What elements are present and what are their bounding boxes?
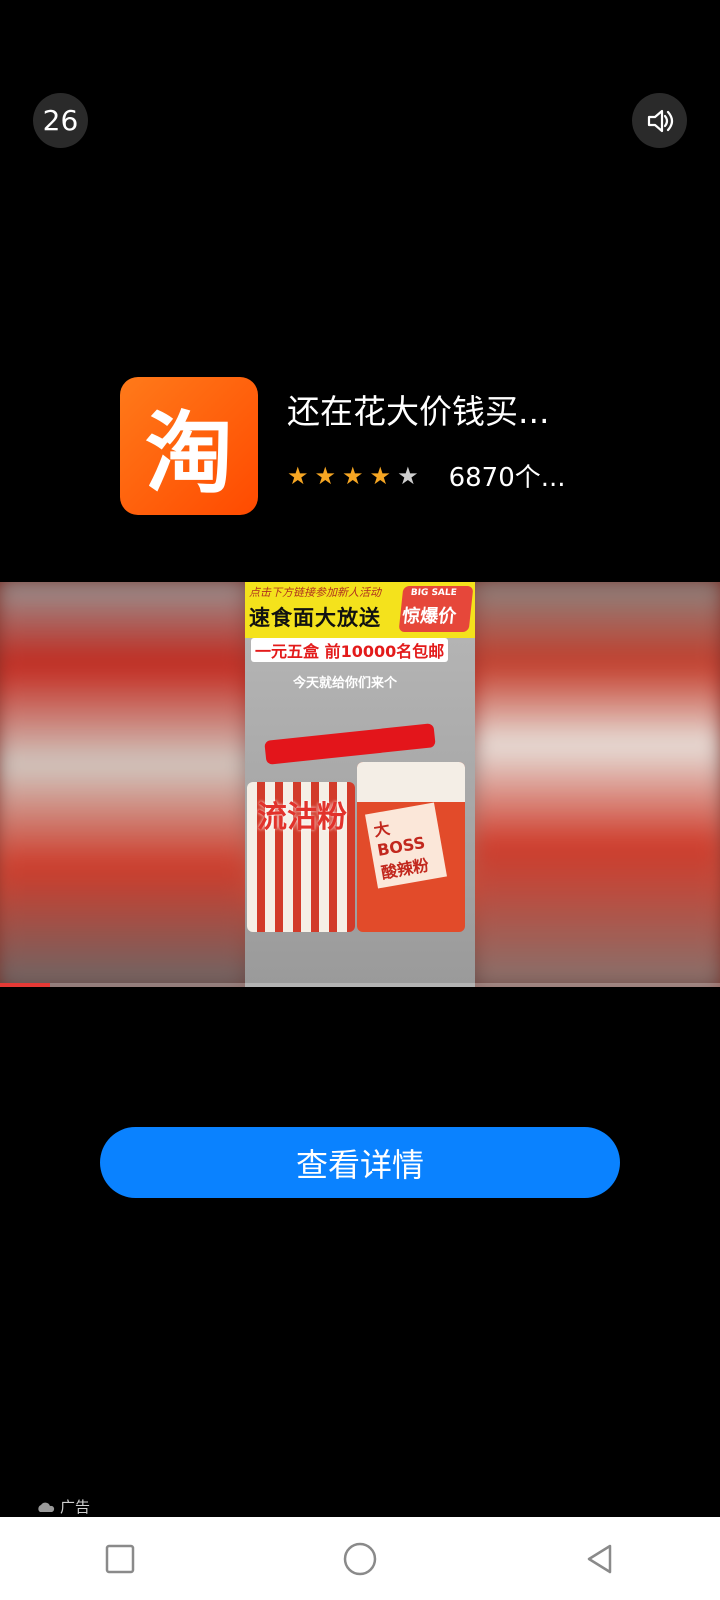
video-caption: 今天就给你们来个 bbox=[293, 676, 398, 691]
video-blur-right bbox=[475, 582, 720, 987]
product-lid bbox=[264, 723, 436, 765]
cup-right-top bbox=[357, 762, 465, 802]
cloud-icon bbox=[38, 1502, 55, 1512]
star-icon: ★ bbox=[369, 461, 392, 490]
review-count: 6870个... bbox=[448, 463, 566, 493]
taobao-app-icon: 淘 bbox=[120, 377, 258, 515]
sale-tag-small: BIG SALE bbox=[410, 588, 458, 598]
video-progress-fill bbox=[0, 983, 51, 987]
star-icon: ★ bbox=[397, 461, 419, 490]
promo-banner: 点击下方链接参加新人活动 速食面大放送 BIG SALE 惊爆价 bbox=[245, 582, 475, 638]
product-cup-right: 大BOSS 酸辣粉 bbox=[357, 762, 465, 932]
banner-headline: 速食面大放送 bbox=[249, 606, 381, 630]
square-icon bbox=[105, 1544, 135, 1573]
sound-toggle-button[interactable] bbox=[632, 93, 687, 148]
speaker-icon bbox=[647, 109, 673, 132]
video-frame: 点击下方链接参加新人活动 速食面大放送 BIG SALE 惊爆价 一元五盒 前1… bbox=[245, 582, 475, 987]
back-button[interactable] bbox=[560, 1529, 640, 1589]
product-cup-left: 流沽粉 bbox=[247, 782, 355, 932]
star-icon: ★ bbox=[314, 461, 337, 490]
star-icon: ★ bbox=[287, 461, 309, 490]
cup-right-label: 大BOSS 酸辣粉 bbox=[365, 802, 447, 889]
banner-subtext: 点击下方链接参加新人活动 bbox=[249, 586, 381, 599]
offer-text: 一元五盒 前10000名包邮 bbox=[251, 638, 449, 662]
view-details-button[interactable]: 查看详情 bbox=[100, 1127, 620, 1198]
ad-badge: 广告 bbox=[36, 1496, 90, 1517]
rating-row: ★ ★ ★ ★ ★ 6870个... bbox=[287, 457, 566, 494]
rating-stars: ★ ★ ★ ★ ★ bbox=[287, 464, 419, 488]
cup-left-label: 流沽粉 bbox=[257, 800, 347, 835]
triangle-back-icon bbox=[587, 1544, 612, 1573]
sale-tag-big: 惊爆价 bbox=[401, 606, 458, 627]
system-navigation-bar bbox=[0, 1517, 720, 1600]
star-icon: ★ bbox=[342, 461, 364, 490]
recent-apps-button[interactable] bbox=[80, 1529, 160, 1589]
app-info[interactable]: 淘 还在花大价钱买... ★ ★ ★ ★ ★ 6870个... bbox=[120, 377, 640, 515]
ad-label-text: 广告 bbox=[60, 1498, 91, 1516]
video-progress-track bbox=[0, 983, 720, 987]
ad-title: 还在花大价钱买... bbox=[287, 392, 550, 431]
countdown-timer: 26 bbox=[33, 93, 88, 148]
home-button[interactable] bbox=[320, 1529, 400, 1589]
ad-video[interactable]: 点击下方链接参加新人活动 速食面大放送 BIG SALE 惊爆价 一元五盒 前1… bbox=[0, 582, 720, 987]
sale-tag: BIG SALE 惊爆价 bbox=[398, 586, 474, 632]
circle-icon bbox=[343, 1542, 377, 1575]
video-blur-left bbox=[0, 582, 245, 987]
